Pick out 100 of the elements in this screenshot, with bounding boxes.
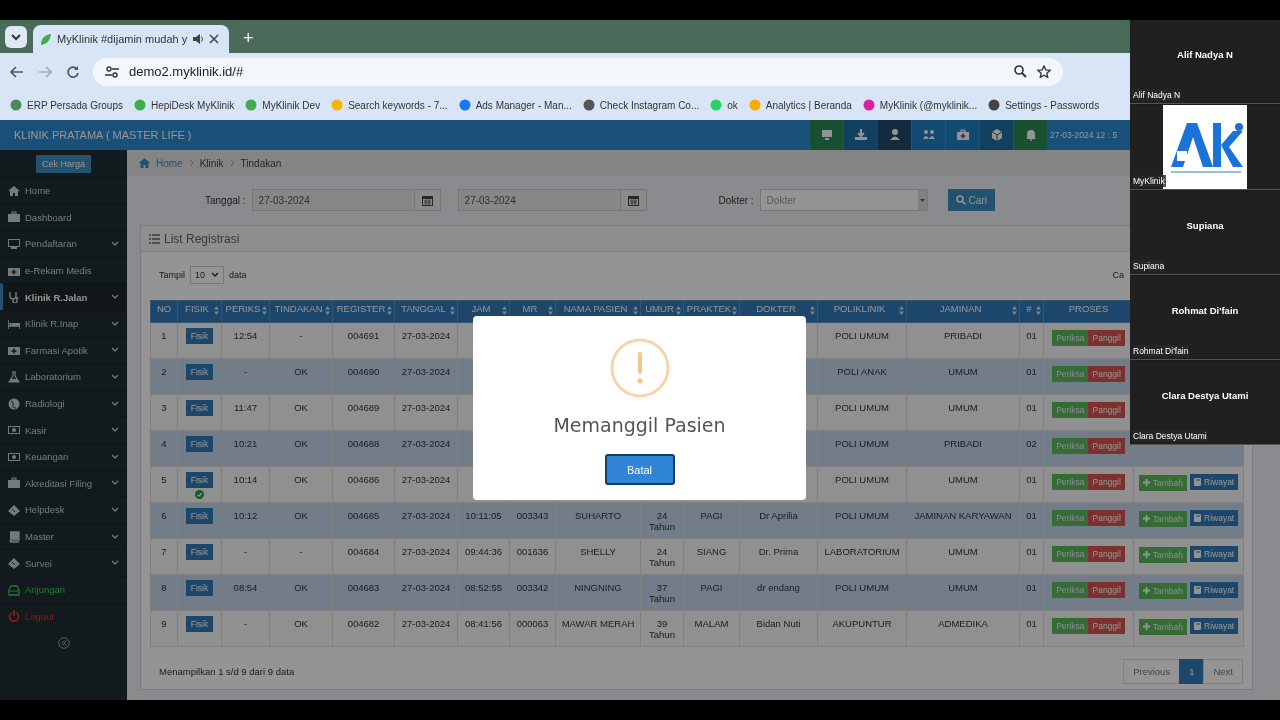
toolbar-button[interactable] — [809, 120, 843, 150]
physical-exam-button[interactable]: Fisik — [185, 364, 214, 380]
bookmark-link[interactable]: Check Instagram Co... — [582, 99, 700, 111]
doctor-select[interactable]: Dokter — [760, 194, 918, 206]
calendar-button[interactable] — [620, 189, 647, 211]
column-header[interactable]: POLIKLINIK — [817, 300, 907, 323]
sidebar-item[interactable]: Keuangan — [0, 442, 127, 470]
sidebar-item[interactable]: Farmasi Apotik — [0, 336, 127, 364]
call-button[interactable]: Panggil — [1088, 438, 1125, 454]
address-bar[interactable]: demo2.myklinik.id/# — [93, 57, 1063, 86]
examine-button[interactable]: Periksa — [1052, 330, 1089, 346]
physical-exam-button[interactable]: Fisik — [185, 400, 214, 416]
toolbar-button[interactable] — [877, 120, 911, 150]
examine-button[interactable]: Periksa — [1052, 582, 1089, 598]
breadcrumb-link[interactable]: Klinik — [199, 157, 224, 169]
call-button[interactable]: Panggil — [1088, 330, 1125, 346]
examine-button[interactable]: Periksa — [1052, 366, 1089, 382]
add-button[interactable]: Tambah — [1138, 510, 1187, 527]
add-button[interactable]: Tambah — [1138, 474, 1187, 491]
bookmark-link[interactable]: Analytics | Beranda — [748, 99, 852, 111]
bookmark-link[interactable]: Search keywords - 7... — [331, 99, 448, 111]
physical-exam-button[interactable]: Fisik — [185, 436, 214, 452]
price-check-button[interactable]: Cek Harga — [36, 155, 91, 173]
sidebar-item[interactable]: Survei — [0, 549, 127, 576]
sidebar-item[interactable]: Klinik R.Inap — [0, 309, 127, 337]
physical-exam-button[interactable]: Fisik — [185, 580, 214, 596]
close-icon[interactable] — [209, 34, 220, 44]
column-header[interactable]: # — [1019, 300, 1044, 323]
date-field[interactable]: 27-03-2024 — [457, 189, 621, 211]
call-button[interactable]: Panggil — [1088, 618, 1125, 634]
column-header[interactable]: JAMINAN — [906, 300, 1020, 323]
call-button[interactable]: Panggil — [1088, 546, 1125, 562]
examine-button[interactable]: Periksa — [1052, 546, 1089, 562]
bookmark-link[interactable]: ERP Persada Groups — [10, 99, 123, 111]
toolbar-button[interactable] — [945, 120, 979, 150]
sidebar-item[interactable]: Logout — [0, 602, 127, 630]
bookmark-link[interactable]: MyKlinik Dev — [245, 99, 321, 111]
breadcrumb-link[interactable]: Tindakan — [240, 157, 282, 169]
page-button[interactable]: Previous — [1123, 659, 1181, 684]
toolbar-button[interactable] — [1013, 120, 1047, 150]
reload-icon[interactable] — [66, 65, 79, 78]
column-header[interactable]: PERIKS — [221, 300, 270, 323]
call-button[interactable]: Panggil — [1088, 510, 1125, 526]
physical-exam-button[interactable]: Fisik — [185, 472, 214, 488]
physical-exam-button[interactable]: Fisik — [185, 328, 214, 344]
doctor-select[interactable]: Dokter — [759, 189, 928, 211]
column-header[interactable]: REGISTER — [332, 300, 395, 323]
call-button[interactable]: Panggil — [1088, 402, 1125, 418]
date-field[interactable]: 27-03-2024 — [251, 189, 415, 211]
call-button[interactable]: Panggil — [1088, 366, 1125, 382]
sidebar-item[interactable]: Radiologi — [0, 389, 127, 417]
sidebar-item[interactable]: Helpdesk — [0, 496, 127, 523]
examine-button[interactable]: Periksa — [1052, 438, 1089, 454]
sidebar-item[interactable]: Master — [0, 522, 127, 550]
collapse-icon[interactable] — [57, 637, 70, 650]
call-button[interactable]: Panggil — [1088, 582, 1125, 598]
search-button[interactable]: Cari — [947, 189, 995, 211]
physical-exam-button[interactable]: Fisik — [185, 544, 214, 560]
history-button[interactable]: Riwayat — [1190, 618, 1239, 634]
column-header[interactable]: FISIK — [177, 300, 222, 323]
history-button[interactable]: Riwayat — [1190, 546, 1239, 562]
bookmark-link[interactable]: HepiDesk MyKlinik — [134, 99, 235, 111]
sidebar-item[interactable]: Anjungan — [0, 575, 127, 603]
physical-exam-button[interactable]: Fisik — [185, 616, 214, 632]
add-button[interactable]: Tambah — [1138, 618, 1187, 635]
history-button[interactable]: Riwayat — [1190, 474, 1239, 490]
toolbar-button[interactable] — [979, 120, 1013, 150]
history-button[interactable]: Riwayat — [1190, 582, 1239, 598]
toolbar-button[interactable] — [843, 120, 877, 150]
page-button[interactable]: 1 — [1179, 659, 1205, 684]
star-icon[interactable] — [1037, 65, 1051, 78]
column-header[interactable]: TINDAKAN — [269, 300, 333, 323]
breadcrumb-link[interactable]: Home — [156, 157, 183, 169]
bookmark-link[interactable]: Ads Manager - Man... — [458, 99, 572, 111]
examine-button[interactable]: Periksa — [1052, 474, 1089, 490]
bookmark-link[interactable]: ok — [710, 99, 738, 111]
examine-button[interactable]: Periksa — [1052, 402, 1089, 418]
history-button[interactable]: Riwayat — [1190, 510, 1239, 526]
sidebar-item[interactable]: Dashboard — [0, 203, 127, 231]
column-header[interactable]: TANGGAL — [394, 300, 458, 323]
page-button[interactable]: Next — [1203, 659, 1243, 684]
cancel-button[interactable]: Batal — [604, 454, 675, 485]
sidebar-item[interactable]: Home — [0, 177, 127, 204]
sidebar-item[interactable]: Kasir — [0, 416, 127, 443]
page-size-select[interactable]: 10 — [190, 266, 225, 284]
zoom-icon[interactable] — [1014, 65, 1027, 78]
tab-list-button[interactable] — [5, 26, 27, 48]
bookmark-link[interactable]: MyKlinik (@myklinik... — [862, 99, 978, 111]
toolbar-button[interactable] — [911, 120, 945, 150]
bookmark-link[interactable]: Settings - Passwords — [988, 99, 1100, 111]
call-button[interactable]: Panggil — [1088, 474, 1125, 490]
add-button[interactable]: Tambah — [1138, 582, 1187, 599]
sidebar-item[interactable]: Klinik R.Jalan — [0, 283, 127, 310]
back-icon[interactable] — [10, 65, 24, 78]
calendar-button[interactable] — [414, 189, 441, 211]
sidebar-item[interactable]: Akreditasi Filing — [0, 469, 127, 497]
new-tab-button[interactable]: + — [239, 28, 258, 49]
examine-button[interactable]: Periksa — [1052, 618, 1089, 634]
examine-button[interactable]: Periksa — [1052, 510, 1089, 526]
sidebar-item[interactable]: Laboratorium — [0, 363, 127, 390]
